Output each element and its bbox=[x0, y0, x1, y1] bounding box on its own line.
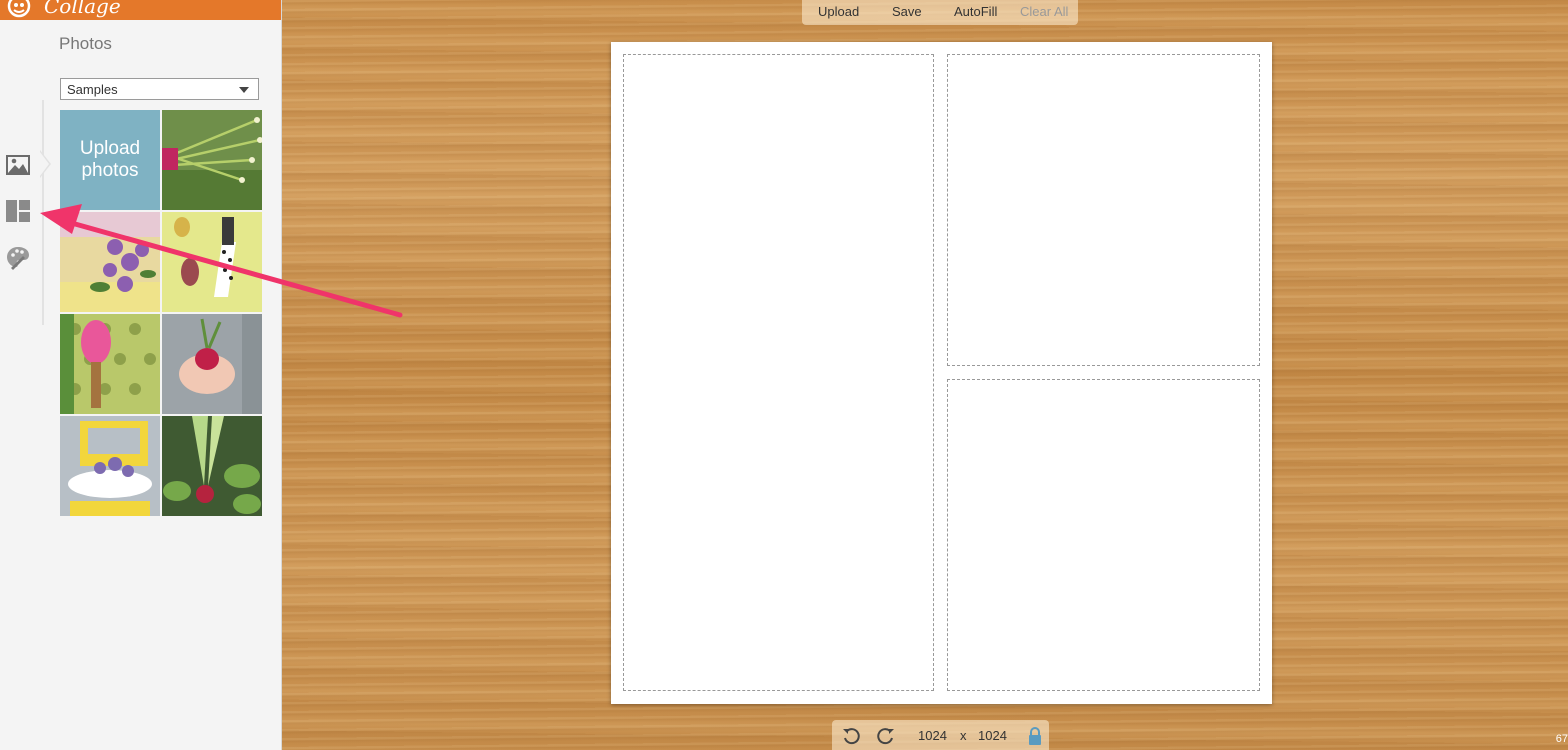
undo-icon[interactable] bbox=[841, 726, 861, 746]
photo-grid: Upload photos bbox=[60, 110, 262, 516]
photo-source-value: Samples bbox=[67, 82, 118, 97]
collage-slot-left[interactable] bbox=[623, 54, 934, 691]
photo-source-select[interactable]: Samples bbox=[60, 78, 259, 100]
app-name: Collage bbox=[44, 0, 121, 18]
rail-selection-pointer-inner bbox=[40, 152, 49, 176]
dimension-separator: x bbox=[960, 728, 967, 743]
panel-title: Photos bbox=[59, 34, 112, 53]
upload-photos-tile[interactable]: Upload photos bbox=[60, 110, 160, 210]
save-button[interactable]: Save bbox=[892, 4, 922, 19]
garden-tools-photo[interactable] bbox=[162, 212, 262, 312]
canvas-height-value[interactable]: 1024 bbox=[978, 728, 1007, 743]
autofill-button[interactable]: AutoFill bbox=[954, 4, 997, 19]
collage-slot-top-right[interactable] bbox=[947, 54, 1260, 366]
radish-hands-photo[interactable] bbox=[162, 314, 262, 414]
upload-tile-label-line2: photos bbox=[81, 160, 139, 181]
clear-all-button[interactable]: Clear All bbox=[1020, 4, 1068, 19]
pink-trowel-photo[interactable] bbox=[60, 314, 160, 414]
sidebar: Collage Photos Samples Upload photos bbox=[0, 0, 282, 750]
palette-icon[interactable] bbox=[5, 244, 31, 270]
collage-logo-icon bbox=[7, 0, 31, 18]
chevron-down-icon bbox=[239, 87, 249, 93]
green-onions-photo[interactable] bbox=[162, 110, 262, 210]
collage-slot-bottom-right[interactable] bbox=[947, 379, 1260, 691]
sprouting-onion-photo[interactable] bbox=[162, 416, 262, 516]
corner-text: 67 bbox=[1555, 733, 1568, 745]
image-icon[interactable] bbox=[5, 152, 31, 178]
flowers-bench-photo[interactable] bbox=[60, 212, 160, 312]
sidebar-rail bbox=[0, 100, 44, 325]
upload-button[interactable]: Upload bbox=[818, 4, 859, 19]
redo-icon[interactable] bbox=[876, 726, 896, 746]
lock-icon[interactable] bbox=[1027, 726, 1043, 746]
layout-icon[interactable] bbox=[5, 198, 31, 224]
brand-bar: Collage bbox=[0, 0, 281, 20]
bottom-bar: 1024 x 1024 bbox=[832, 720, 1049, 750]
collage-canvas bbox=[611, 42, 1272, 704]
top-toolbar: Upload Save AutoFill Clear All bbox=[802, 0, 1078, 25]
yellow-chair-planter-photo[interactable] bbox=[60, 416, 160, 516]
canvas-width-value[interactable]: 1024 bbox=[918, 728, 947, 743]
upload-tile-label-line1: Upload bbox=[79, 138, 141, 159]
